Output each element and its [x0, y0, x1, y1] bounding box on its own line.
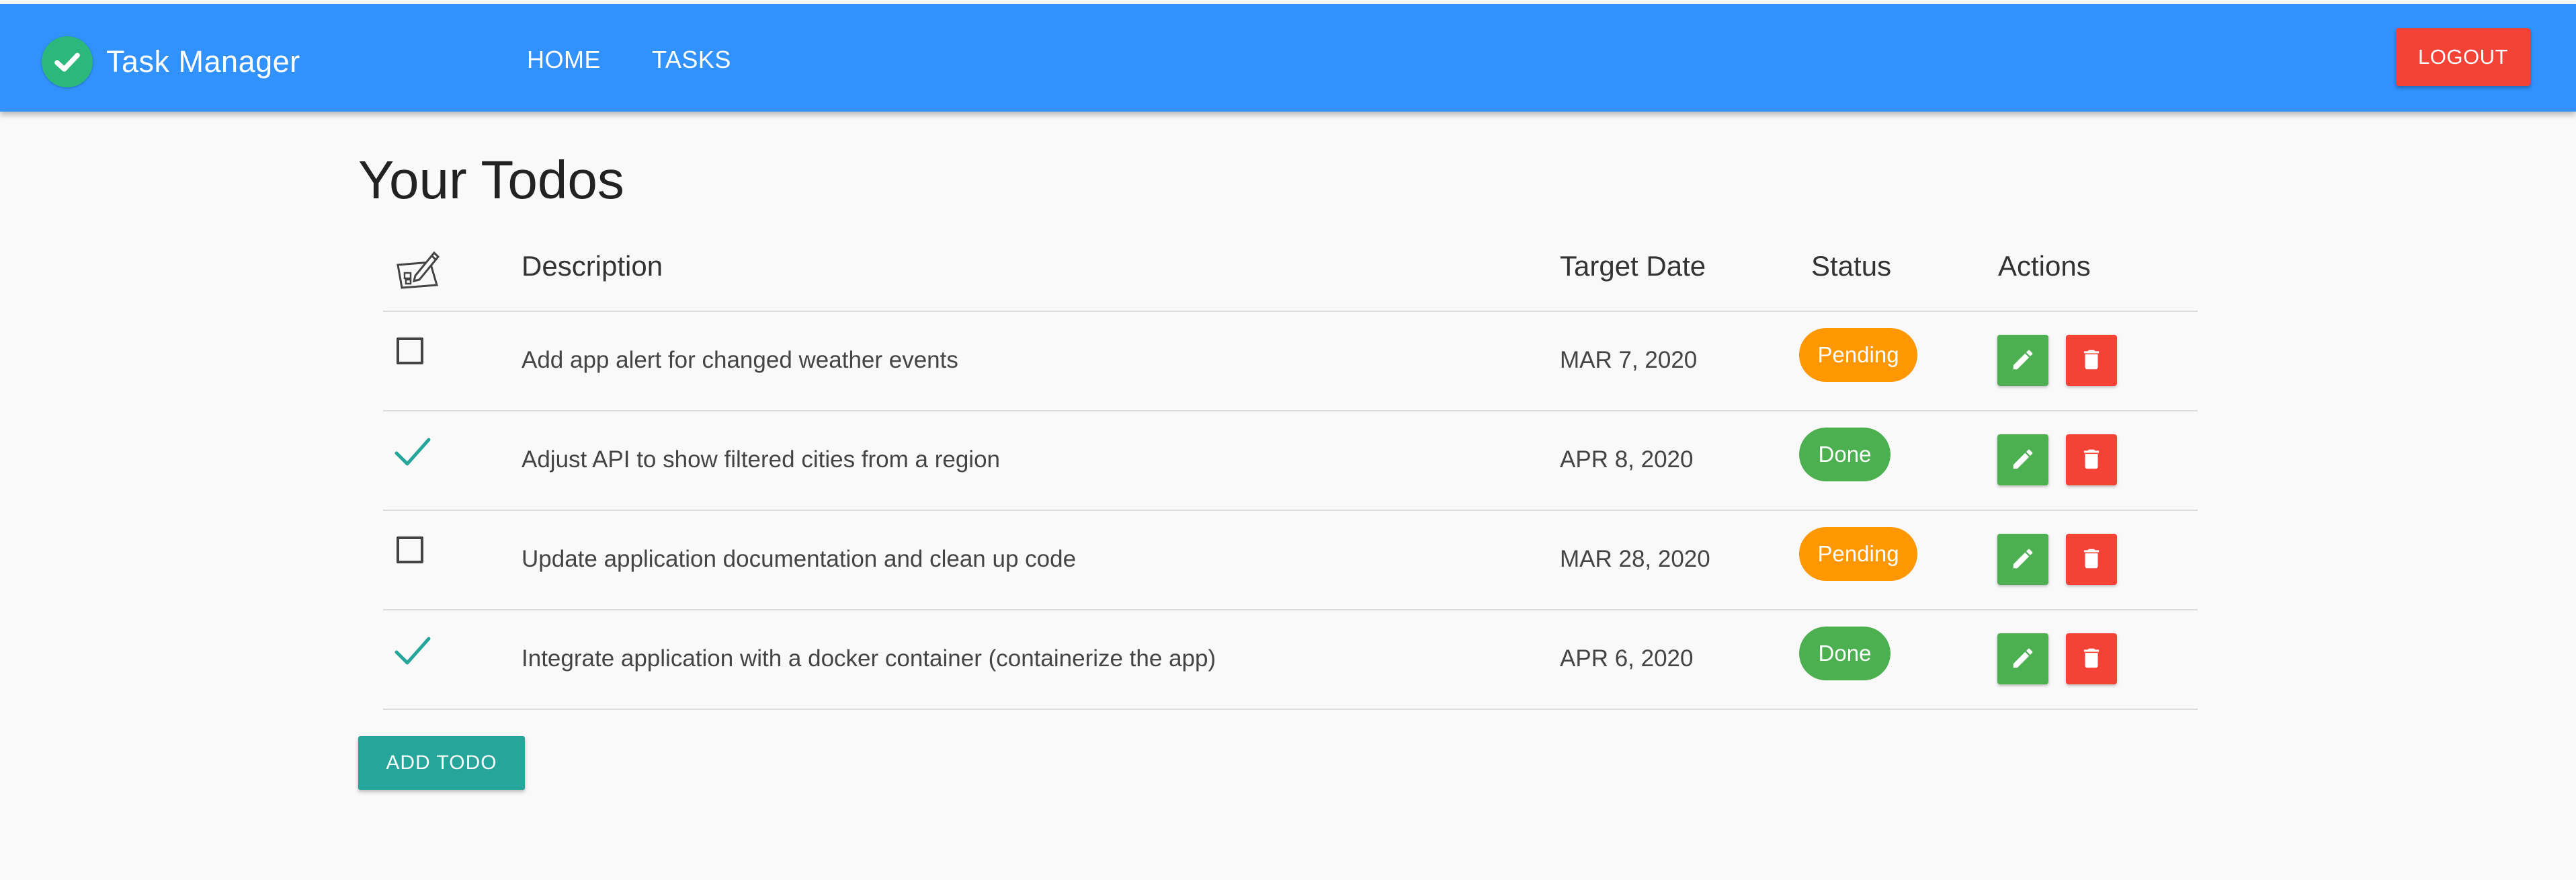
brand[interactable]: Task Manager — [42, 36, 300, 87]
nav-home-link[interactable]: HOME — [527, 46, 601, 74]
table-row: Add app alert for changed weather events… — [383, 312, 2198, 411]
status-badge: Pending — [1799, 328, 1917, 382]
todo-target-date: APR 6, 2020 — [1560, 645, 1694, 672]
logout-button[interactable]: LOGOUT — [2396, 28, 2530, 86]
checkbox-unchecked[interactable] — [397, 337, 423, 364]
todo-target-date: MAR 28, 2020 — [1560, 546, 1710, 572]
nav-links: HOME TASKS — [527, 46, 782, 74]
trash-icon — [2079, 347, 2104, 374]
nav-tasks-link[interactable]: TASKS — [652, 46, 731, 74]
edit-button[interactable] — [1997, 633, 2048, 684]
top-navbar: Task Manager HOME TASKS LOGOUT — [0, 4, 2576, 112]
table-body: Add app alert for changed weather events… — [383, 312, 2198, 710]
checkbox-unchecked[interactable] — [397, 536, 423, 563]
status-badge: Pending — [1799, 527, 1917, 581]
todo-table: Description Target Date Status Actions A… — [383, 229, 2198, 710]
trash-icon — [2079, 546, 2104, 573]
table-row: Adjust API to show filtered cities from … — [383, 411, 2198, 511]
app-title: Task Manager — [106, 44, 300, 79]
todo-target-date: MAR 7, 2020 — [1560, 347, 1698, 373]
todo-description: Add app alert for changed weather events — [522, 347, 958, 373]
table-row: Integrate application with a docker cont… — [383, 610, 2198, 710]
add-todo-button[interactable]: ADD TODO — [358, 736, 525, 790]
status-badge: Done — [1799, 428, 1891, 481]
header-status: Status — [1811, 250, 1892, 282]
todo-description: Adjust API to show filtered cities from … — [522, 446, 1000, 473]
pencil-icon — [2010, 546, 2036, 573]
trash-icon — [2079, 446, 2104, 474]
delete-button[interactable] — [2066, 335, 2117, 386]
checkmark-icon[interactable] — [392, 631, 433, 671]
edit-button[interactable] — [1997, 534, 2048, 585]
todo-description: Integrate application with a docker cont… — [522, 645, 1216, 672]
todo-target-date: APR 8, 2020 — [1560, 446, 1694, 473]
table-header: Description Target Date Status Actions — [383, 229, 2198, 312]
page-title: Your Todos — [358, 150, 624, 210]
status-badge: Done — [1799, 627, 1891, 680]
header-target-date: Target Date — [1560, 250, 1706, 282]
edit-checklist-icon — [397, 251, 440, 289]
delete-button[interactable] — [2066, 633, 2117, 684]
delete-button[interactable] — [2066, 534, 2117, 585]
header-actions: Actions — [1998, 250, 2091, 282]
table-row: Update application documentation and cle… — [383, 511, 2198, 610]
todo-description: Update application documentation and cle… — [522, 546, 1077, 572]
pencil-icon — [2010, 446, 2036, 474]
pencil-icon — [2010, 645, 2036, 673]
trash-icon — [2079, 645, 2104, 673]
delete-button[interactable] — [2066, 434, 2117, 485]
check-circle-icon — [42, 36, 93, 87]
pencil-icon — [2010, 347, 2036, 374]
edit-button[interactable] — [1997, 335, 2048, 386]
edit-button[interactable] — [1997, 434, 2048, 485]
checkmark-icon[interactable] — [392, 432, 433, 472]
header-description: Description — [522, 250, 663, 282]
